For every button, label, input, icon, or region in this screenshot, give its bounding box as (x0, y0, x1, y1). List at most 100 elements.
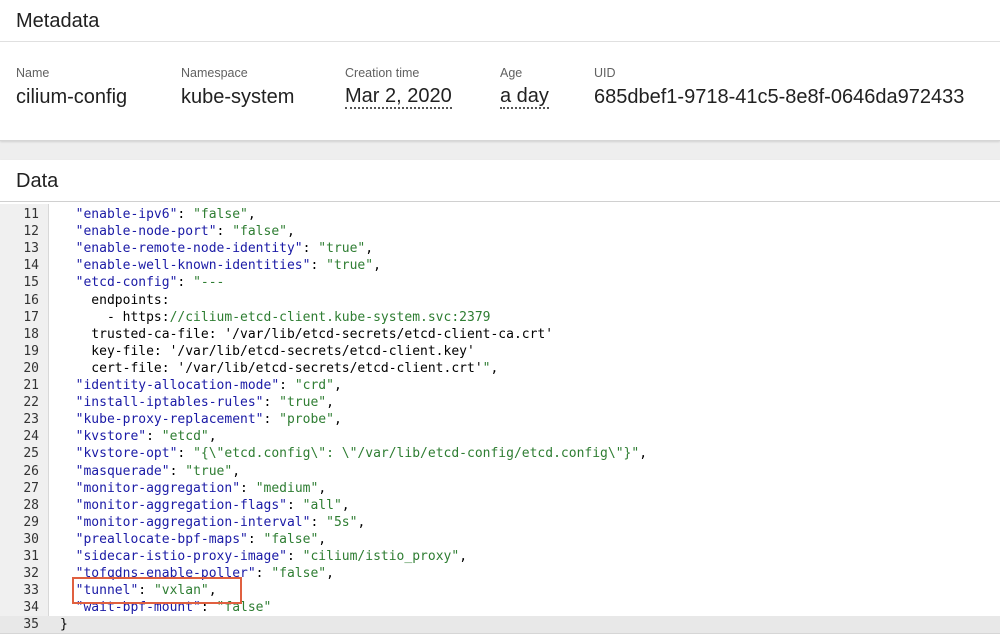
json-string: "medium" (255, 480, 319, 496)
code-text: , (490, 360, 499, 376)
line-number: 32 (23, 566, 39, 582)
name-label: Name (16, 66, 50, 80)
json-key: "tunnel" (75, 583, 139, 599)
creation-time-field: Creation time Mar 2, 2020 (345, 66, 452, 109)
json-string: "crd" (294, 378, 334, 393)
age-value[interactable]: a day (500, 85, 549, 109)
json-string: //cilium-etcd-client.kube-system.svc:237… (169, 309, 491, 325)
code-text: : (177, 446, 194, 462)
line-number: 19 (23, 343, 39, 359)
code-text: : (200, 600, 217, 616)
code-text: : (177, 275, 194, 291)
code-text: : (263, 412, 280, 428)
code-text: : (279, 378, 295, 393)
namespace-value: kube-system (181, 86, 295, 108)
json-key: "enable-well-known-identities" (75, 258, 311, 274)
creation-time-value[interactable]: Mar 2, 2020 (345, 85, 452, 109)
code-text: , (365, 241, 374, 257)
line-number: 21 (23, 378, 39, 393)
code-text: , (373, 258, 381, 274)
namespace-field: Namespace kube-system (181, 66, 294, 109)
json-string: "false" (271, 566, 327, 582)
code-text: : (169, 463, 186, 479)
json-key: "identity-allocation-mode" (75, 378, 280, 393)
line-text: key-file: '/var/lib/etcd-secrets/etcd-cl… (60, 343, 475, 360)
json-string: "etcd" (161, 429, 209, 445)
line-number: 22 (23, 395, 39, 411)
line-text: "wait-bpf-mount": "false" (60, 599, 272, 616)
json-key: "masquerade" (75, 463, 170, 479)
line-text: "install-iptables-rules": "true", (60, 394, 334, 411)
data-title: Data (0, 160, 1000, 202)
code-text: - https: (60, 309, 170, 325)
line-number: 11 (23, 207, 39, 222)
line-text: "kube-proxy-replacement": "probe", (60, 411, 342, 428)
line-text: "enable-remote-node-identity": "true", (60, 240, 373, 257)
json-key: "wait-bpf-mount" (75, 600, 201, 616)
line-text: "preallocate-bpf-maps": "false", (60, 531, 326, 548)
line-text: "tunnel": "vxlan", (60, 582, 217, 599)
code-text: , (318, 480, 327, 496)
json-string: "vxlan" (153, 583, 209, 599)
json-key: "kvstore" (75, 429, 147, 445)
line-number: 15 (23, 275, 39, 291)
code-text: cert-file: '/var/lib/etcd-secrets/etcd-c… (60, 360, 483, 376)
metadata-fields: Name cilium-config Namespace kube-system… (0, 42, 1000, 139)
uid-label: UID (594, 66, 616, 80)
line-number: 34 (23, 600, 39, 616)
line-number: 14 (23, 258, 39, 274)
json-key: "monitor-aggregation" (75, 480, 241, 496)
json-string: "true" (318, 241, 366, 257)
code-text: : (216, 224, 233, 240)
line-number: 28 (23, 497, 39, 513)
code-text: : (286, 549, 303, 564)
line-text: "etcd-config": "--- (60, 274, 225, 291)
json-string: "cilium/istio_proxy" (302, 549, 460, 564)
line-number: 13 (23, 241, 39, 257)
code-text: , (208, 429, 217, 445)
line-number: 35 (23, 617, 39, 633)
code-text: , (318, 531, 327, 547)
uid-value: 685dbef1-9718-41c5-8e8f-0646da972433 (594, 86, 965, 108)
code-text: , (326, 395, 334, 411)
code-editor[interactable]: 11 "enable-ipv6": "false", 12 "enable-nod… (0, 204, 1000, 633)
line-text: cert-file: '/var/lib/etcd-secrets/etcd-c… (60, 360, 498, 377)
json-key: "sidecar-istio-proxy-image" (75, 549, 287, 564)
metadata-title: Metadata (0, 0, 1000, 42)
line-text: "sidecar-istio-proxy-image": "cilium/ist… (60, 548, 467, 565)
json-key: "install-iptables-rules" (75, 395, 264, 411)
line-number: 20 (23, 360, 39, 376)
line-text: "monitor-aggregation-flags": "all", (60, 497, 350, 514)
code-line[interactable]: 35} (0, 616, 1000, 633)
line-text: "enable-well-known-identities": "true", (60, 257, 381, 274)
json-key: "enable-remote-node-identity" (75, 241, 303, 257)
line-number: 26 (23, 463, 39, 479)
line-text: "tofqdns-enable-poller": "false", (60, 565, 334, 582)
json-key: "kvstore-opt" (75, 446, 178, 462)
age-label: Age (500, 66, 523, 80)
line-text: "kvstore-opt": "{\"etcd.config\": \"/var… (60, 445, 647, 462)
json-string: "false" (232, 224, 287, 240)
json-string: "--- (193, 275, 225, 291)
code-text: , (232, 463, 241, 479)
line-text: "monitor-aggregation-interval": "5s", (60, 514, 366, 531)
line-number: 31 (23, 549, 39, 564)
code-text: , (333, 378, 342, 393)
json-string: "all" (302, 497, 342, 513)
line-number: 27 (23, 480, 39, 496)
json-string: "probe" (279, 412, 334, 428)
code-text: , (341, 497, 350, 513)
code-text: : (255, 566, 272, 582)
line-text: trusted-ca-file: '/var/lib/etcd-secrets/… (60, 326, 553, 343)
json-key: "monitor-aggregation-interval" (75, 514, 311, 530)
